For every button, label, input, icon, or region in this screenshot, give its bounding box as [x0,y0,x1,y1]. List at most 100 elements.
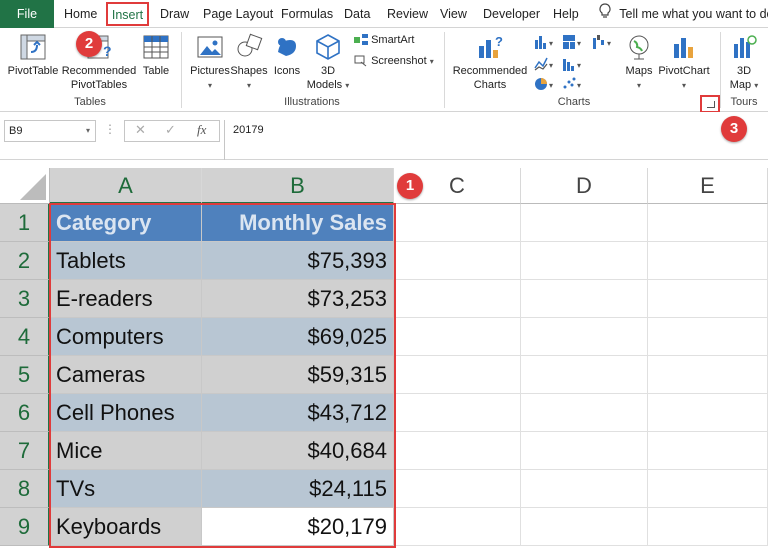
row-header-8[interactable]: 8 [0,470,50,508]
table-row-sales[interactable]: $43,712 [202,394,394,432]
chevron-down-icon[interactable]: ▾ [86,121,90,141]
shapes-button[interactable]: Shapes ▾ [230,32,268,93]
tab-data[interactable]: Data [344,0,370,28]
svg-text:▾: ▾ [549,61,553,70]
cell-a1[interactable]: Category [50,204,202,242]
table-row-category[interactable]: Tablets [50,242,202,280]
enter-check-icon[interactable]: ✓ [165,122,176,138]
tab-file[interactable]: File [0,0,54,28]
tab-formulas[interactable]: Formulas [281,0,333,28]
table-row-category[interactable]: Mice [50,432,202,470]
pie-chart-button[interactable]: ▾ [534,76,556,97]
line-chart-button[interactable]: ▾ [534,56,556,77]
table-row-category[interactable]: E-readers [50,280,202,318]
waterfall-chart-button[interactable]: ▾ [592,34,614,55]
empty-cell[interactable] [394,280,521,318]
empty-cell[interactable] [648,470,768,508]
table-button[interactable]: Table [140,32,172,78]
pictures-button[interactable]: Pictures ▾ [188,32,232,93]
row-header-5[interactable]: 5 [0,356,50,394]
empty-cell[interactable] [394,318,521,356]
empty-cell[interactable] [394,356,521,394]
3d-map-button[interactable]: 3D Map ▾ [724,32,764,93]
empty-cell[interactable] [521,204,648,242]
empty-cell[interactable] [521,432,648,470]
table-row-sales[interactable]: $69,025 [202,318,394,356]
name-box[interactable]: B9 ▾ [4,120,96,142]
empty-cell[interactable] [521,356,648,394]
3d-models-button[interactable]: 3D Models ▾ [306,32,350,93]
screenshot-button[interactable]: Screenshot ▾ [354,55,434,67]
row-header-3[interactable]: 3 [0,280,50,318]
table-row-category[interactable]: Cell Phones [50,394,202,432]
empty-cell[interactable] [648,204,768,242]
empty-cell[interactable] [648,394,768,432]
empty-cell[interactable] [521,470,648,508]
empty-cell[interactable] [394,432,521,470]
tab-insert[interactable]: Insert [106,2,149,26]
row-header-6[interactable]: 6 [0,394,50,432]
pivotchart-button[interactable]: PivotChart ▾ [656,32,712,93]
column-header-d[interactable]: D [521,168,648,204]
cell-b1[interactable]: Monthly Sales [202,204,394,242]
table-row-sales[interactable]: $24,115 [202,470,394,508]
formula-input[interactable]: 20179 [224,120,768,160]
more-options-icon[interactable]: ⋮ [104,122,116,136]
empty-cell[interactable] [521,508,648,546]
empty-cell[interactable] [521,318,648,356]
row-header-1[interactable]: 1 [0,204,50,242]
table-row-category[interactable]: TVs [50,470,202,508]
maps-button[interactable]: Maps ▾ [620,32,658,93]
table-row-sales[interactable]: $73,253 [202,280,394,318]
row-header-2[interactable]: 2 [0,242,50,280]
active-cell-b9[interactable]: $20,179 [202,508,394,546]
empty-cell[interactable] [394,508,521,546]
row-header-4[interactable]: 4 [0,318,50,356]
empty-cell[interactable] [521,280,648,318]
insert-function-icon[interactable]: fx [197,122,206,138]
cancel-icon[interactable]: ✕ [135,122,146,138]
empty-cell[interactable] [648,508,768,546]
empty-cell[interactable] [648,356,768,394]
column-header-e[interactable]: E [648,168,768,204]
row-header-7[interactable]: 7 [0,432,50,470]
empty-cell[interactable] [521,394,648,432]
select-all-button[interactable] [0,168,50,204]
hierarchy-chart-button[interactable]: ▾ [562,34,584,55]
statistic-chart-button[interactable]: ▾ [562,56,584,77]
charts-dialog-launcher[interactable] [700,95,720,113]
empty-cell[interactable] [648,280,768,318]
empty-cell[interactable] [394,204,521,242]
tell-me-search[interactable]: Tell me what you want to do [598,0,768,28]
table-row-category[interactable]: Keyboards [50,508,202,546]
empty-cell[interactable] [648,432,768,470]
tab-page-layout[interactable]: Page Layout [203,0,273,28]
empty-cell[interactable] [394,470,521,508]
tab-review[interactable]: Review [387,0,428,28]
tab-home[interactable]: Home [64,0,97,28]
empty-cell[interactable] [394,242,521,280]
row-header-9[interactable]: 9 [0,508,50,546]
empty-cell[interactable] [394,394,521,432]
column-header-a[interactable]: A [50,168,202,204]
scatter-chart-button[interactable]: ▾ [562,76,584,97]
table-row-sales[interactable]: $75,393 [202,242,394,280]
svg-text:?: ? [495,34,503,49]
tab-help[interactable]: Help [553,0,579,28]
empty-cell[interactable] [521,242,648,280]
table-row-sales[interactable]: $40,684 [202,432,394,470]
pivottable-button[interactable]: PivotTable [6,32,60,78]
empty-cell[interactable] [648,318,768,356]
tab-draw[interactable]: Draw [160,0,189,28]
empty-cell[interactable] [648,242,768,280]
smartart-button[interactable]: SmartArt [354,34,414,46]
recommended-charts-button[interactable]: ? Recommended Charts [450,32,530,92]
table-row-category[interactable]: Cameras [50,356,202,394]
tab-developer[interactable]: Developer [483,0,540,28]
table-row-sales[interactable]: $59,315 [202,356,394,394]
column-header-b[interactable]: B [202,168,394,204]
table-row-category[interactable]: Computers [50,318,202,356]
tab-view[interactable]: View [440,0,467,28]
column-chart-button[interactable]: ▾ [534,34,556,55]
icons-button[interactable]: Icons [270,32,304,78]
